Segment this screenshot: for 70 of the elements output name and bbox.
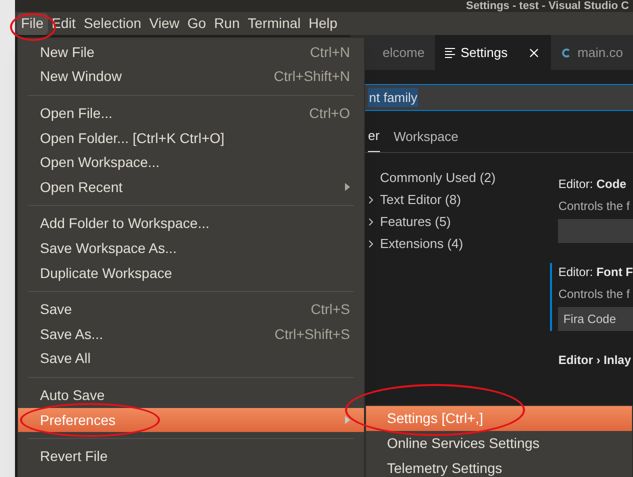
menu-item-label: Open Folder... [Ctrl+K Ctrl+O] [40, 128, 224, 148]
menu-item[interactable]: Save All [18, 346, 364, 372]
list-icon [444, 48, 455, 58]
menu-item-label: Preferences [40, 410, 116, 430]
menu-item-label: Auto Save [40, 386, 105, 405]
menu-item[interactable]: Online Services Settings [366, 431, 632, 456]
setting-title: Editor: Font F [558, 264, 633, 281]
menu-item-label: Revert File [40, 447, 108, 466]
menu-bar-item[interactable]: View [145, 12, 184, 34]
menu-item-label: Open File... [40, 104, 112, 123]
shortcut-label: Ctrl+S [310, 300, 350, 320]
menu-item[interactable]: Save Ctrl+S [18, 297, 364, 322]
shortcut-label: Ctrl+Shift+S [274, 324, 350, 344]
submenu-arrow-icon [345, 183, 350, 192]
setting-title: Editor: Code [558, 176, 628, 193]
search-text: nt family [368, 88, 418, 108]
menu-bar-item[interactable]: Go [183, 12, 210, 34]
setting-description: Controls the f [558, 198, 631, 215]
toc-item[interactable]: Features (5) [380, 212, 451, 232]
menu-bar-item[interactable]: Run [210, 12, 244, 34]
menu-item-label: Save Workspace As... [40, 238, 177, 258]
toc-item[interactable]: Commonly Used (2) [380, 168, 496, 188]
scope-tab[interactable]: er [368, 126, 380, 152]
menu-bar-item[interactable]: Terminal [244, 12, 305, 34]
menu-item[interactable]: Save As... Ctrl+Shift+S [18, 322, 364, 347]
menu-item-label: Save All [40, 349, 91, 368]
editor-tab[interactable]: Settings [434, 35, 552, 70]
menu-item-label: Save [40, 300, 72, 320]
menu-item[interactable]: Auto Save [18, 383, 364, 408]
menu-item-label: Online Services Settings [387, 434, 540, 453]
menu-item[interactable]: Revert File [18, 444, 364, 469]
setting-title: Editor › Inlay [557, 352, 632, 369]
menu-bar-item[interactable]: Help [304, 12, 342, 34]
menu-item-label: Open Workspace... [40, 153, 160, 172]
menu-item-label: New File [40, 42, 94, 62]
menu-item[interactable]: Open File... Ctrl+O [18, 101, 364, 126]
menu-item[interactable]: Open Recent [18, 174, 364, 200]
setting-input[interactable]: Fira Code [558, 307, 633, 331]
setting-input[interactable] [558, 219, 633, 243]
menu-item[interactable]: Duplicate Workspace [18, 260, 364, 286]
menu-item[interactable]: Save Workspace As... [18, 236, 364, 261]
menu-item[interactable]: Add Folder to Workspace... [18, 212, 364, 236]
menu-item-label: Add Folder to Workspace... [40, 214, 210, 234]
menu-item[interactable]: Telemetry Settings [366, 456, 632, 477]
menu-item-label: Telemetry Settings [387, 459, 502, 477]
submenu-arrow-icon [345, 416, 350, 424]
scope-tab[interactable]: Workspace [394, 126, 458, 152]
file-type-icon [561, 48, 572, 58]
menu-item[interactable]: Open Folder... [Ctrl+K Ctrl+O] [18, 126, 364, 150]
toc-item[interactable]: Extensions (4) [380, 234, 464, 254]
window-title: Settings - test - Visual Studio C [466, 0, 630, 12]
menu-bar-item[interactable]: Selection [80, 12, 146, 34]
menu-item-label: Save As... [40, 324, 104, 344]
toc-item[interactable]: Text Editor (8) [380, 190, 461, 210]
shortcut-label: Ctrl+N [310, 42, 350, 62]
input-value: Fira Code [563, 311, 616, 328]
menu-bar-item[interactable]: File [17, 12, 48, 34]
tab-label: main.co [577, 44, 623, 62]
tab-label: elcome [382, 44, 425, 62]
menu-item-label: Duplicate Workspace [40, 264, 172, 283]
tab-label: Settings [460, 44, 508, 62]
focus-indicator [550, 263, 552, 331]
shortcut-label: Ctrl+Shift+N [274, 67, 350, 86]
shortcut-label: Ctrl+O [309, 104, 350, 123]
menu-item-label: Settings [Ctrl+,] [387, 409, 484, 428]
setting-description: Controls the f [558, 286, 631, 303]
menu-item[interactable]: Open Workspace... [18, 150, 364, 175]
menu-item-label: Open Recent [40, 178, 122, 197]
editor-tab[interactable]: main.co [551, 35, 633, 70]
menu-item-label: New Window [40, 67, 122, 86]
